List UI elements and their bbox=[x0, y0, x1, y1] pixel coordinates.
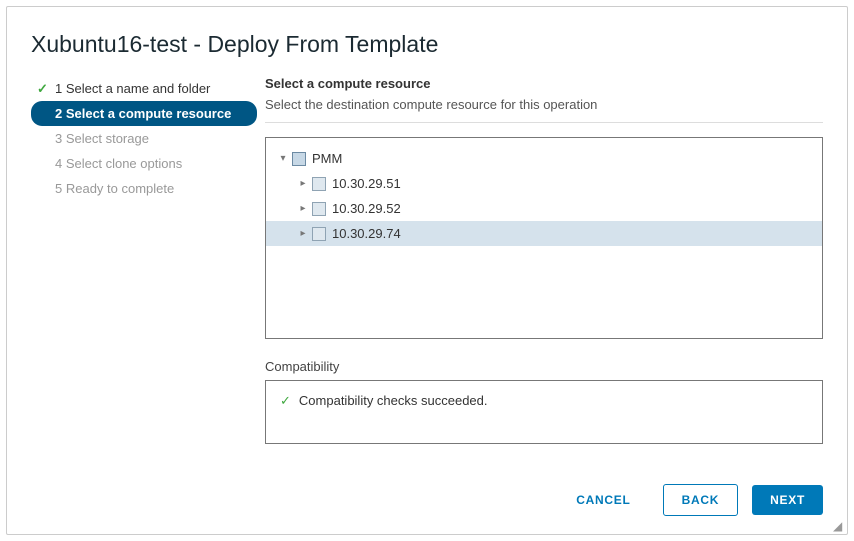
step-3: 3 Select storage bbox=[31, 126, 257, 151]
dialog-content: 1 Select a name and folder 2 Select a co… bbox=[31, 76, 823, 468]
tree-host[interactable]: ▸ 10.30.29.52 bbox=[266, 196, 822, 221]
chevron-down-icon[interactable]: ▾ bbox=[276, 153, 290, 164]
compatibility-box: ✓ Compatibility checks succeeded. bbox=[265, 380, 823, 444]
section-desc: Select the destination compute resource … bbox=[265, 97, 823, 123]
back-button[interactable]: BACK bbox=[663, 484, 739, 516]
chevron-right-icon[interactable]: ▸ bbox=[296, 203, 310, 214]
tree-label: 10.30.29.74 bbox=[332, 226, 401, 241]
host-icon bbox=[312, 202, 326, 216]
tree-host[interactable]: ▸ 10.30.29.51 bbox=[266, 171, 822, 196]
chevron-right-icon[interactable]: ▸ bbox=[296, 178, 310, 189]
dialog-title: Xubuntu16-test - Deploy From Template bbox=[31, 31, 823, 58]
datacenter-icon bbox=[292, 152, 306, 166]
tree-datacenter[interactable]: ▾ PMM bbox=[266, 146, 822, 171]
step-1[interactable]: 1 Select a name and folder bbox=[31, 76, 257, 101]
compute-resource-tree[interactable]: ▾ PMM ▸ 10.30.29.51 ▸ 10.30.29.52 ▸ bbox=[265, 137, 823, 339]
resize-handle-icon[interactable]: ◢ bbox=[833, 520, 845, 532]
cancel-button[interactable]: CANCEL bbox=[558, 485, 648, 515]
deploy-from-template-dialog: Xubuntu16-test - Deploy From Template 1 … bbox=[6, 6, 848, 535]
next-button[interactable]: NEXT bbox=[752, 485, 823, 515]
compatibility-label: Compatibility bbox=[265, 359, 823, 374]
step-4: 4 Select clone options bbox=[31, 151, 257, 176]
step-2[interactable]: 2 Select a compute resource bbox=[31, 101, 257, 126]
chevron-right-icon[interactable]: ▸ bbox=[296, 228, 310, 239]
compatibility-message: Compatibility checks succeeded. bbox=[299, 393, 488, 408]
wizard-steps-sidebar: 1 Select a name and folder 2 Select a co… bbox=[31, 76, 257, 468]
step-5: 5 Ready to complete bbox=[31, 176, 257, 201]
host-icon bbox=[312, 227, 326, 241]
main-panel: Select a compute resource Select the des… bbox=[265, 76, 823, 468]
check-icon: ✓ bbox=[280, 393, 291, 408]
host-icon bbox=[312, 177, 326, 191]
dialog-footer: CANCEL BACK NEXT bbox=[31, 468, 823, 516]
tree-label: 10.30.29.51 bbox=[332, 176, 401, 191]
tree-label: PMM bbox=[312, 151, 342, 166]
section-title: Select a compute resource bbox=[265, 76, 823, 91]
tree-host-selected[interactable]: ▸ 10.30.29.74 bbox=[266, 221, 822, 246]
tree-label: 10.30.29.52 bbox=[332, 201, 401, 216]
